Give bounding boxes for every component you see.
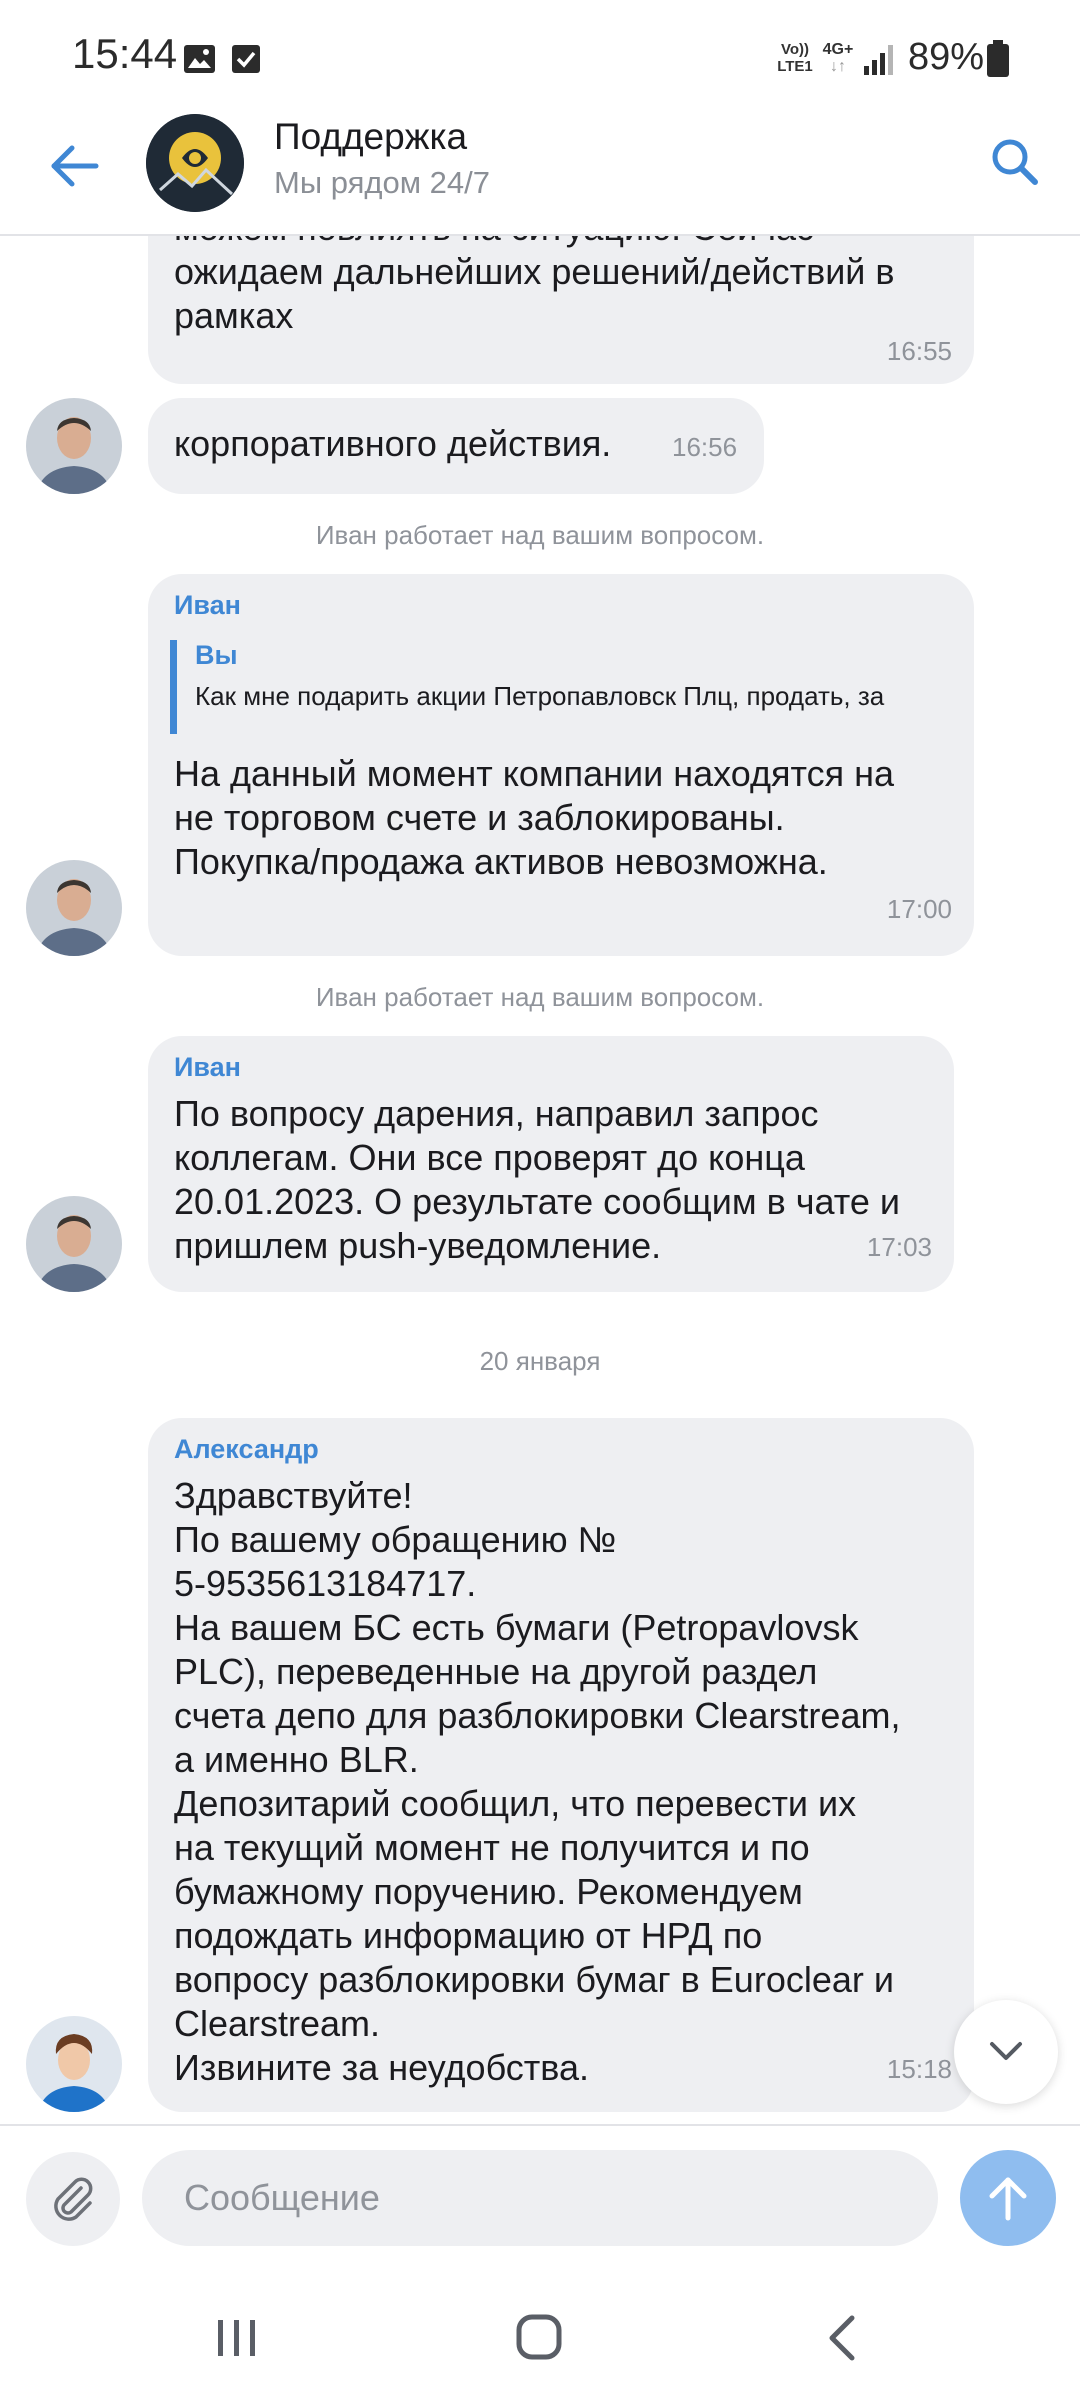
sender-name: Иван: [174, 590, 241, 620]
message-time: 15:18: [886, 2054, 952, 2084]
message-time: 16:56: [672, 432, 738, 462]
message-bubble[interactable]: корпоративного действия. 16:56: [148, 398, 764, 494]
message-line: рамках: [174, 295, 294, 336]
person-photo: [26, 1196, 122, 1292]
message-line: Здравствуйте!: [174, 1475, 413, 1516]
message-line: коллегам. Они все проверят до конца: [174, 1137, 805, 1178]
message-line: не торговом счете и заблокированы.: [174, 797, 785, 838]
status-bar: 15:44 Vo)) LTE1 4G+ ↓↑ 89%: [0, 0, 1080, 110]
system-message: Иван работает над вашим вопросом.: [315, 520, 765, 550]
scroll-down-button[interactable]: [954, 2000, 1058, 2104]
composer-bar: [0, 2124, 1080, 2270]
volte-indicator: Vo)) LTE1: [772, 41, 818, 79]
agent-avatar[interactable]: [26, 2016, 122, 2112]
message-time: 16:55: [886, 336, 952, 366]
message-line: PLC), переведенные на другой раздел: [174, 1651, 818, 1692]
network-arrows: ↓↑: [830, 58, 846, 75]
system-nav-bar: [0, 2270, 1080, 2400]
person-photo: [26, 398, 122, 494]
message-line: бумажному поручению. Рекомендуем: [174, 1871, 803, 1912]
home-icon[interactable]: [514, 2312, 564, 2362]
message-line: По вашему обращению №: [174, 1519, 617, 1560]
recents-icon[interactable]: [212, 2316, 262, 2360]
message-text: можем повлиять на ситуацию. Сейчас ожида…: [174, 236, 954, 338]
paperclip-icon: [54, 2177, 93, 2221]
message-line: По вопросу дарения, направил запрос: [174, 1093, 819, 1134]
message-line: ожидаем дальнейших решений/действий в: [174, 251, 895, 292]
quote-text: Как мне подарить акции Петропавловск Плц…: [195, 681, 885, 711]
quote-author: Вы: [195, 640, 238, 670]
volte-line1: Vo)): [780, 41, 810, 58]
message-list[interactable]: можем повлиять на ситуацию. Сейчас ожида…: [0, 236, 1080, 2124]
message-bubble[interactable]: Иван Вы Как мне подарить акции Петропавл…: [148, 574, 974, 956]
image-icon: [184, 45, 215, 73]
chat-header: Поддержка Мы рядом 24/7: [0, 110, 1080, 236]
volte-line2: LTE1: [777, 58, 813, 75]
message-input[interactable]: [142, 2150, 938, 2246]
chat-subtitle: Мы рядом 24/7: [274, 165, 490, 200]
message-line: На вашем БС есть бумаги (Petropavlovsk: [174, 1607, 859, 1648]
message-text: Здравствуйте! По вашему обращению № 5-95…: [174, 1474, 964, 2090]
message-line: Извините за неудобства.: [174, 2047, 590, 2088]
message-line: пришлем push-уведомление.: [174, 1225, 662, 1266]
support-avatar[interactable]: [146, 114, 244, 212]
attach-button[interactable]: [26, 2152, 120, 2246]
message-line: на текущий момент не получится и по: [174, 1827, 810, 1868]
message-bubble[interactable]: Александр Здравствуйте! По вашему обраще…: [148, 1418, 974, 2112]
battery-percent: 89%: [908, 36, 985, 78]
message-line: На данный момент компании находятся на: [174, 753, 894, 794]
message-line: 5-9535613184717.: [174, 1563, 477, 1604]
search-icon[interactable]: [985, 132, 1045, 192]
agent-avatar[interactable]: [26, 398, 122, 494]
system-message: Иван работает над вашим вопросом.: [315, 982, 765, 1012]
battery-icon: [987, 40, 1009, 77]
chevron-down-icon: [990, 2042, 1022, 2060]
back-arrow-icon[interactable]: [46, 138, 102, 194]
person-photo: [26, 860, 122, 956]
checkbox-icon: [232, 45, 260, 73]
sender-name: Александр: [174, 1434, 319, 1464]
message-line: вопросу разблокировки бумаг в Euroclear …: [174, 1959, 894, 2000]
message-line: счета депо для разблокировки Clearstream…: [174, 1695, 901, 1736]
network-type: 4G+: [822, 41, 854, 58]
message-time: 17:00: [886, 894, 952, 924]
status-time: 15:44: [72, 30, 178, 77]
message-line: подождать информацию от НРД по: [174, 1915, 763, 1956]
sender-name: Иван: [174, 1052, 241, 1082]
agent-avatar[interactable]: [26, 860, 122, 956]
signal-icon: [864, 45, 893, 75]
chat-screen: 15:44 Vo)) LTE1 4G+ ↓↑ 89% Поддержка Мы …: [0, 0, 1080, 2400]
bank-logo-icon: [146, 114, 244, 212]
message-line: Clearstream.: [174, 2003, 381, 2044]
back-icon[interactable]: [822, 2314, 862, 2362]
message-line: можем повлиять на ситуацию. Сейчас: [174, 236, 954, 250]
message-time: 17:03: [866, 1232, 932, 1262]
message-line: 20.01.2023. О результате сообщим в чате …: [174, 1181, 900, 1222]
reply-quote[interactable]: Вы Как мне подарить акции Петропавловск …: [170, 640, 935, 734]
message-text: На данный момент компании находятся на н…: [174, 752, 964, 884]
message-line: а именно BLR.: [174, 1739, 419, 1780]
message-bubble[interactable]: можем повлиять на ситуацию. Сейчас ожида…: [148, 236, 974, 384]
date-separator: 20 января: [479, 1346, 601, 1376]
network-indicator: 4G+ ↓↑: [820, 41, 856, 79]
send-button[interactable]: [960, 2150, 1056, 2246]
message-text: корпоративного действия.: [174, 423, 612, 464]
message-line: Покупка/продажа активов невозможна.: [174, 841, 828, 882]
chat-title: Поддержка: [274, 116, 468, 157]
person-photo: [26, 2016, 122, 2112]
message-text: По вопросу дарения, направил запрос колл…: [174, 1092, 944, 1268]
message-line: Депозитарий сообщил, что перевести их: [174, 1783, 857, 1824]
agent-avatar[interactable]: [26, 1196, 122, 1292]
message-bubble[interactable]: Иван По вопросу дарения, направил запрос…: [148, 1036, 954, 1292]
arrow-up-icon: [989, 2177, 1027, 2221]
